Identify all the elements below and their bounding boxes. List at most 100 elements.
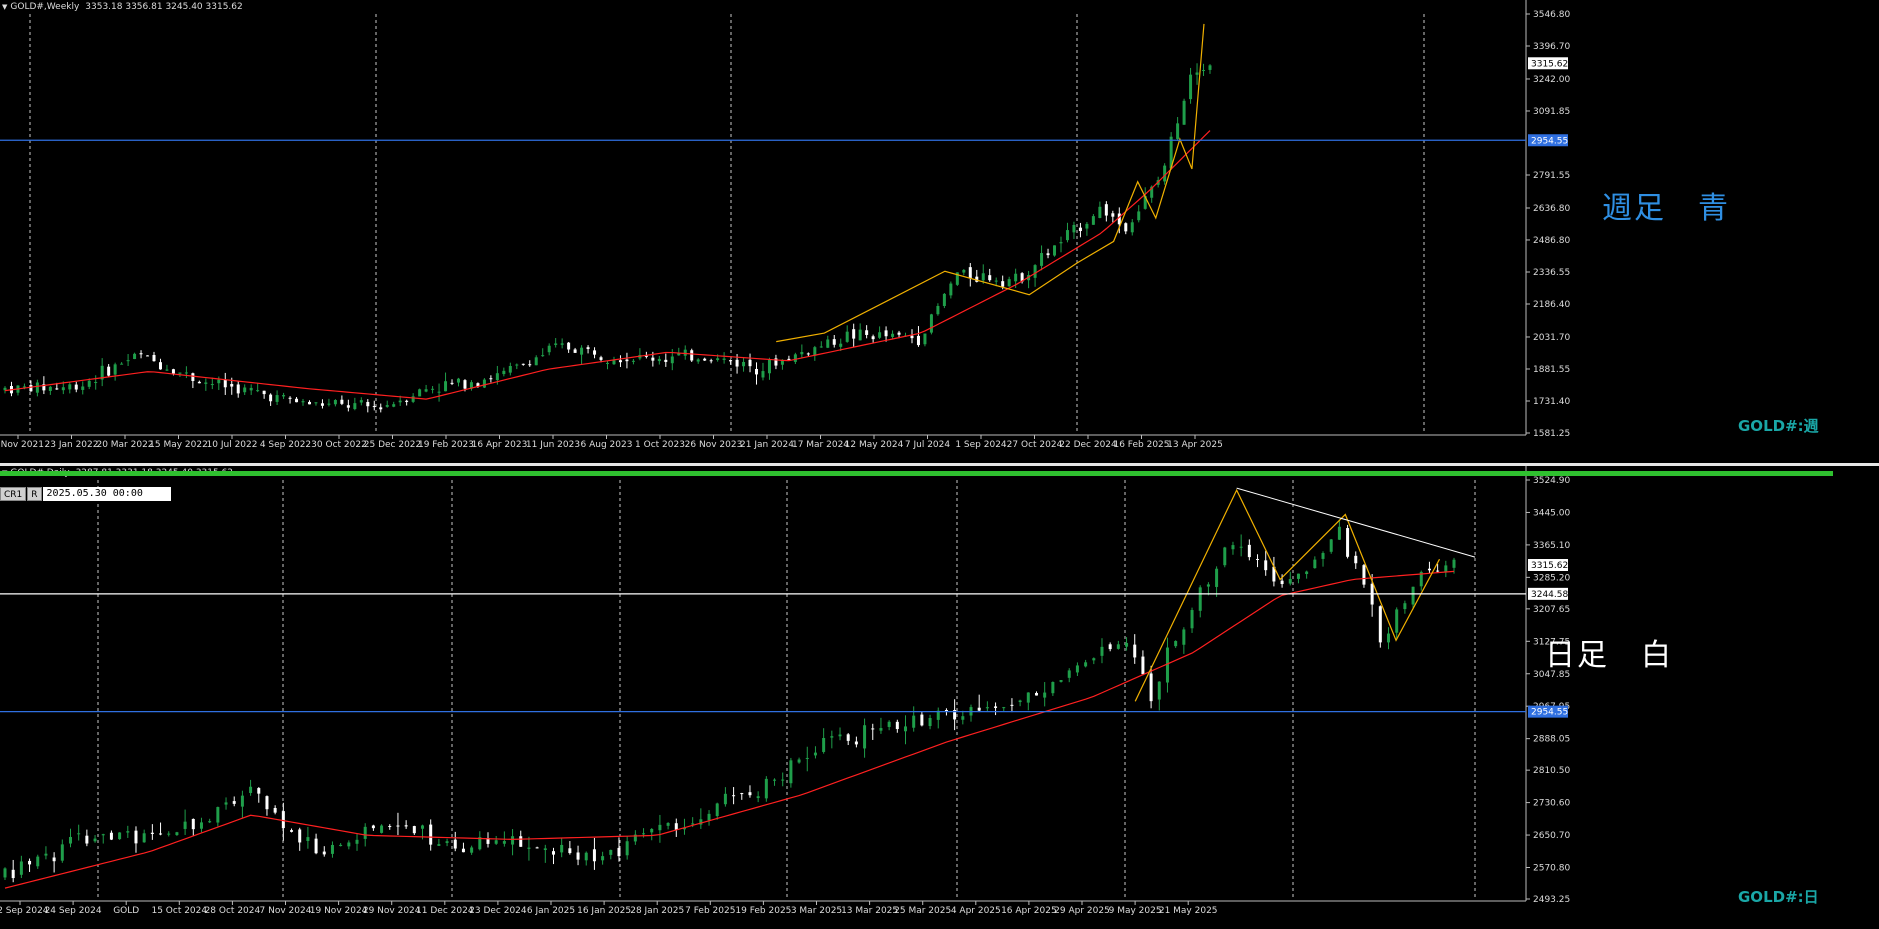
candle-body <box>541 355 545 357</box>
candle-body <box>126 831 130 833</box>
candle-body <box>891 333 895 337</box>
zigzag-line <box>1134 488 1441 702</box>
time-tick-label: 29 Nov 2024 <box>363 906 421 916</box>
time-tick-label: 9 May 2025 <box>1109 906 1162 916</box>
candle-body <box>150 832 154 834</box>
candle-body <box>236 384 240 394</box>
time-tick-label: 7 Feb 2025 <box>685 906 735 916</box>
price-tick-label: 1881.55 <box>1533 365 1570 375</box>
candle-body <box>1195 72 1199 75</box>
time-tick-label: 15 May 2022 <box>149 440 208 450</box>
candle-body <box>453 839 457 849</box>
candle-body <box>1124 223 1128 232</box>
candle-body <box>306 837 310 841</box>
time-tick-label: 11 Jun 2023 <box>526 440 580 450</box>
candle-body <box>52 857 56 862</box>
candle-body <box>29 385 33 392</box>
candle-body <box>863 725 867 749</box>
candle-body <box>1247 544 1251 558</box>
candle-body <box>470 847 474 853</box>
candle-body <box>191 373 195 381</box>
candle-body <box>48 386 52 391</box>
candle-body <box>1075 665 1079 673</box>
price-tick-label: 2810.50 <box>1533 766 1570 776</box>
candle-body <box>929 314 933 333</box>
candle-body <box>68 836 72 844</box>
r-button[interactable]: R <box>27 487 42 501</box>
candle-body <box>740 793 744 795</box>
candle-body <box>691 823 695 825</box>
candle-body <box>1014 273 1018 282</box>
candle-body <box>158 362 162 370</box>
candle-body <box>826 339 830 348</box>
candle-body <box>165 369 169 371</box>
time-tick-label: 11 Dec 2024 <box>416 906 474 916</box>
time-tick-label: 13 Mar 2025 <box>841 906 898 916</box>
daily-chart-svg[interactable]: 3524.903445.003365.103285.203207.653127.… <box>0 466 1879 929</box>
candle-body <box>363 826 367 839</box>
candle-body <box>1215 568 1219 587</box>
weekly-chart-pane[interactable]: ▼ GOLD#,Weekly 3353.18 3356.81 3245.40 331… <box>0 0 1879 463</box>
candle-body <box>1125 642 1129 647</box>
candle-body <box>1176 123 1180 139</box>
time-tick-label: 25 Mar 2025 <box>894 906 951 916</box>
candle-body <box>554 343 558 345</box>
price-tick-label: 2031.70 <box>1533 333 1570 343</box>
time-tick-label: 23 Jan 2022 <box>45 440 99 450</box>
candle-body <box>650 828 654 833</box>
daily-toolbar: CR1 R 2025.05.30 00:00 <box>0 487 171 501</box>
time-tick-label: 1 Sep 2024 <box>955 440 1007 450</box>
candle-body <box>1108 644 1112 650</box>
datetime-field[interactable]: 2025.05.30 00:00 <box>42 487 171 501</box>
candle-body <box>1264 560 1268 571</box>
candle-body <box>852 329 856 339</box>
candle-body <box>347 842 351 847</box>
candle-body <box>142 833 146 843</box>
candle-body <box>418 389 422 397</box>
cr1-button[interactable]: CR1 <box>0 487 27 501</box>
candle-body <box>1208 65 1212 70</box>
candle-body <box>1321 553 1325 559</box>
candle-body <box>1040 253 1044 266</box>
time-tick-label: 20 Mar 2022 <box>96 440 153 450</box>
candle-body <box>411 396 415 402</box>
candle-body <box>230 384 234 387</box>
candle-body <box>1163 165 1167 182</box>
candle-body <box>1362 565 1366 585</box>
candle-body <box>424 389 428 392</box>
price-tick-label: 3242.00 <box>1533 75 1570 85</box>
candle-body <box>527 847 531 849</box>
current-price-label: 3315.62 <box>1531 59 1568 69</box>
candle-body <box>1395 609 1399 633</box>
daily-chart-pane[interactable]: ▼GOLD#,Daily3287.81 3331.18 3245.40 3315… <box>0 466 1879 929</box>
candle-body <box>1305 571 1309 575</box>
candle-body <box>461 848 465 853</box>
candle-body <box>822 738 826 752</box>
candle-body <box>456 378 460 383</box>
weekly-chart-svg[interactable]: 3546.80 3396.70 3242.00 3091.85 2791.55 2636.… <box>0 0 1879 463</box>
candle-body <box>1043 692 1047 698</box>
candle-body <box>494 840 498 844</box>
price-tick-label: 3445.00 <box>1533 508 1570 518</box>
candle-body <box>1072 224 1076 233</box>
candle-body <box>314 838 318 854</box>
candle-body <box>845 331 849 342</box>
candle-body <box>216 807 220 823</box>
candle-body <box>320 403 324 406</box>
candle-body <box>715 803 719 817</box>
time-tick-label: 28 Jan 2025 <box>630 906 684 916</box>
candle-body <box>1288 579 1292 584</box>
candle-body <box>567 342 571 350</box>
candle-body <box>404 825 408 827</box>
time-tick-label: 6 Aug 2023 <box>581 440 633 450</box>
candle-body <box>878 332 882 338</box>
time-tick-label: 16 Jan 2025 <box>577 906 631 916</box>
candle-body <box>437 844 441 846</box>
trendline <box>1236 487 1476 558</box>
candle-body <box>240 795 244 807</box>
candle-body <box>586 347 590 350</box>
price-tick-label: 3546.80 <box>1533 10 1570 20</box>
price-tick-label: 2570.80 <box>1533 864 1570 874</box>
candle-body <box>1337 526 1341 540</box>
candle-body <box>60 844 64 861</box>
